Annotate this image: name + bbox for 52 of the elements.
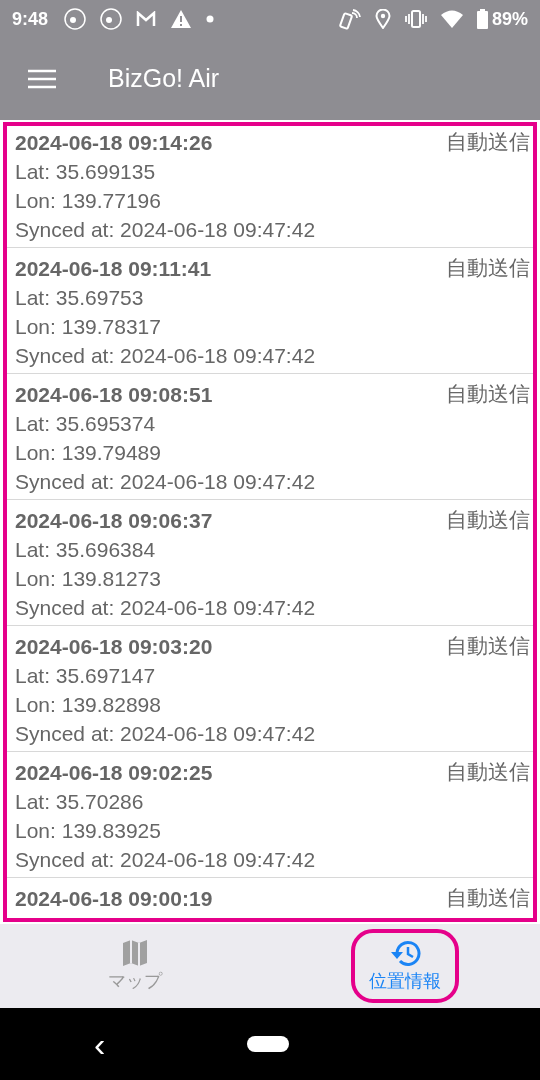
synced-time-text: Synced at: 2024-06-18 09:47:42 bbox=[15, 721, 316, 747]
latitude-text: Lat: 35.69753 bbox=[15, 285, 144, 311]
send-mode-label: 自動送信 bbox=[446, 633, 530, 660]
latitude-text: Lat: 35.70286 bbox=[15, 789, 144, 815]
longitude-text: Lon: 139.81273 bbox=[15, 566, 161, 592]
latitude-text: Lat: 35.695374 bbox=[15, 411, 156, 437]
history-icon bbox=[389, 939, 421, 967]
location-app-icon bbox=[64, 8, 87, 30]
longitude-text: Lon: 139.77196 bbox=[15, 188, 161, 214]
send-mode-label: 自動送信 bbox=[446, 759, 530, 786]
location-app-icon bbox=[100, 8, 123, 30]
latitude-text: Lat: 35.696384 bbox=[15, 537, 156, 563]
record-timestamp: 2024-06-18 09:02:25 bbox=[15, 760, 213, 786]
status-time: 9:48 bbox=[12, 7, 49, 31]
wifi-icon bbox=[440, 10, 463, 28]
map-icon bbox=[121, 939, 149, 967]
dot-icon bbox=[206, 15, 215, 23]
nfc-phone-icon bbox=[338, 8, 361, 30]
battery-percent: 89% bbox=[491, 7, 528, 31]
record-timestamp: 2024-06-18 09:03:20 bbox=[15, 634, 213, 660]
record-timestamp: 2024-06-18 09:06:37 bbox=[15, 508, 213, 534]
app-title: BizGo! Air bbox=[108, 63, 220, 95]
send-mode-label: 自動送信 bbox=[446, 381, 530, 408]
vibrate-icon bbox=[404, 10, 427, 28]
longitude-text: Lon: 139.79489 bbox=[15, 440, 161, 466]
latitude-text: Lat: 35.697147 bbox=[15, 663, 156, 689]
warning-icon bbox=[170, 9, 193, 29]
synced-time-text: Synced at: 2024-06-18 09:47:42 bbox=[15, 595, 316, 621]
record-timestamp: 2024-06-18 09:14:26 bbox=[15, 130, 213, 156]
home-button[interactable] bbox=[247, 1036, 290, 1052]
record-timestamp: 2024-06-18 09:00:19 bbox=[15, 886, 213, 912]
menu-icon[interactable] bbox=[28, 69, 56, 89]
nav-tab[interactable]: 位置情報 bbox=[351, 929, 459, 1003]
synced-time-text: Synced at: 2024-06-18 09:47:42 bbox=[15, 847, 316, 873]
synced-time-text: Synced at: 2024-06-18 09:47:42 bbox=[15, 343, 316, 369]
mail-icon bbox=[136, 11, 157, 27]
longitude-text: Lon: 139.83925 bbox=[15, 818, 161, 844]
location-icon bbox=[374, 9, 391, 29]
battery-icon bbox=[476, 9, 488, 29]
send-mode-label: 自動送信 bbox=[446, 507, 530, 534]
latitude-text: Lat: 35.699135 bbox=[15, 159, 156, 185]
longitude-text: Lon: 139.82898 bbox=[15, 692, 161, 718]
send-mode-label: 自動送信 bbox=[446, 255, 530, 282]
record-timestamp: 2024-06-18 09:08:51 bbox=[15, 382, 213, 408]
back-button[interactable]: ‹ bbox=[94, 1027, 106, 1061]
send-mode-label: 自動送信 bbox=[446, 129, 530, 156]
record-timestamp: 2024-06-18 09:11:41 bbox=[15, 256, 212, 282]
synced-time-text: Synced at: 2024-06-18 09:47:42 bbox=[15, 469, 316, 495]
nav-tab[interactable]: マップ bbox=[90, 929, 180, 1003]
synced-time-text: Synced at: 2024-06-18 09:47:42 bbox=[15, 217, 316, 243]
longitude-text: Lon: 139.78317 bbox=[15, 314, 161, 340]
send-mode-label: 自動送信 bbox=[446, 885, 530, 912]
